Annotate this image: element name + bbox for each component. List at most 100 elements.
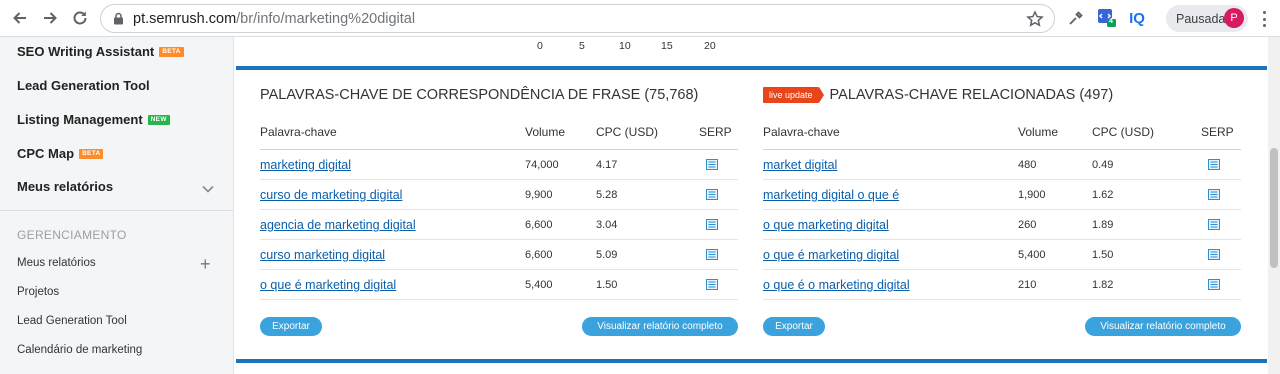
sidebar-item-label: Listing Management: [17, 112, 143, 127]
address-bar[interactable]: pt.semrush.com/br/info/marketing%20digit…: [100, 4, 1055, 33]
profile-button[interactable]: Pausada P: [1166, 5, 1248, 32]
cpc-value: 1.82: [1092, 279, 1114, 291]
chevron-down-icon[interactable]: [201, 184, 215, 194]
live-update-badge: live update: [763, 87, 824, 103]
cpc-value: 1.62: [1092, 189, 1114, 201]
cpc-value: 5.28: [596, 189, 618, 201]
table-row: agencia de marketing digital 6,600 3.04: [260, 210, 738, 240]
serp-icon[interactable]: [706, 219, 718, 230]
column-header-volume[interactable]: Volume: [525, 125, 565, 139]
cpc-value: 3.04: [596, 219, 618, 231]
column-header-keyword[interactable]: Palavra-chave: [763, 125, 840, 139]
serp-icon[interactable]: [1208, 249, 1220, 260]
keyword-link[interactable]: o que é marketing digital: [763, 248, 899, 262]
browser-menu-icon[interactable]: [1258, 9, 1270, 29]
panel-title-text: PALAVRAS-CHAVE DE CORRESPONDÊNCIA DE FRA…: [260, 87, 699, 103]
sidebar-item-label: Meus relatórios: [17, 179, 114, 194]
table-header: Palavra-chave Volume CPC (USD) SERP: [763, 125, 1241, 151]
keyword-link[interactable]: o que é o marketing digital: [763, 278, 910, 292]
sidebar: SEO Writing Assistant BETA Lead Generati…: [0, 37, 234, 374]
export-button[interactable]: Exportar: [763, 317, 825, 336]
sidebar-subitem-lead-generation-tool[interactable]: Lead Generation Tool: [17, 315, 127, 327]
volume-value: 5,400: [525, 279, 553, 291]
forward-button[interactable]: [38, 6, 62, 30]
serp-icon[interactable]: [1208, 219, 1220, 230]
serp-icon[interactable]: [706, 189, 718, 200]
sidebar-item-meus-relatorios[interactable]: Meus relatórios: [17, 179, 113, 194]
code-extension-icon[interactable]: 4: [1097, 8, 1117, 28]
volume-value: 74,000: [525, 159, 559, 171]
sidebar-subitem-meus-relatorios[interactable]: Meus relatórios: [17, 257, 96, 269]
serp-icon[interactable]: [1208, 189, 1220, 200]
plus-icon[interactable]: +: [200, 255, 211, 273]
bookmark-star-icon[interactable]: [1026, 10, 1044, 28]
arrow-right-icon: [44, 12, 57, 24]
sidebar-item-lead-generation-tool[interactable]: Lead Generation Tool: [17, 78, 150, 93]
browser-toolbar: pt.semrush.com/br/info/marketing%20digit…: [0, 0, 1280, 37]
table-row: marketing digital 74,000 4.17: [260, 150, 738, 180]
reload-button[interactable]: [68, 6, 92, 30]
volume-value: 9,900: [525, 189, 553, 201]
keyword-link[interactable]: curso marketing digital: [260, 248, 385, 262]
beta-badge: BETA: [159, 46, 184, 57]
panel-title: PALAVRAS-CHAVE DE CORRESPONDÊNCIA DE FRA…: [260, 87, 698, 103]
keyword-link[interactable]: agencia de marketing digital: [260, 218, 416, 232]
axis-tick: 20: [704, 40, 716, 52]
column-header-cpc[interactable]: CPC (USD): [1092, 125, 1154, 139]
sidebar-item-label: Lead Generation Tool: [17, 78, 150, 93]
serp-icon[interactable]: [706, 279, 718, 290]
serp-icon[interactable]: [706, 249, 718, 260]
column-header-serp: SERP: [1201, 125, 1234, 139]
extension-badge-count: 4: [1109, 18, 1113, 25]
sidebar-subitem-projetos[interactable]: Projetos: [17, 286, 59, 298]
export-button[interactable]: Exportar: [260, 317, 322, 336]
table-row: curso de marketing digital 9,900 5.28: [260, 180, 738, 210]
sidebar-item-listing-management[interactable]: Listing Management NEW: [17, 112, 170, 127]
main-content: 0 5 10 15 20 PALAVRAS-CHAVE DE CORRESPON…: [234, 37, 1268, 374]
panel-title: live update PALAVRAS-CHAVE RELACIONADAS …: [763, 87, 1113, 103]
keyword-link[interactable]: marketing digital o que é: [763, 188, 899, 202]
keyword-link[interactable]: marketing digital: [260, 158, 351, 172]
section-bottom-border: [236, 359, 1267, 363]
serp-icon[interactable]: [1208, 159, 1220, 170]
view-full-report-button[interactable]: Visualizar relatório completo: [1085, 317, 1241, 336]
table-row: o que marketing digital 260 1.89: [763, 210, 1241, 240]
url-host: pt.semrush.com: [133, 10, 237, 27]
axis-tick: 15: [661, 40, 673, 52]
axis-tick: 0: [537, 40, 543, 52]
axis-tick: 10: [619, 40, 631, 52]
iq-extension-icon[interactable]: IQ: [1127, 8, 1147, 28]
column-header-cpc[interactable]: CPC (USD): [596, 125, 658, 139]
table-row: o que é o marketing digital 210 1.82: [763, 270, 1241, 300]
volume-value: 210: [1018, 279, 1037, 291]
scrollbar-thumb[interactable]: [1270, 148, 1278, 268]
sidebar-item-seo-writing-assistant[interactable]: SEO Writing Assistant BETA: [17, 44, 184, 59]
volume-value: 260: [1018, 219, 1037, 231]
sidebar-item-cpc-map[interactable]: CPC Map BETA: [17, 146, 104, 161]
view-full-report-button[interactable]: Visualizar relatório completo: [582, 317, 738, 336]
axis-tick: 5: [579, 40, 585, 52]
volume-value: 1,900: [1018, 189, 1046, 201]
back-button[interactable]: [8, 6, 32, 30]
related-keywords-panel: live update PALAVRAS-CHAVE RELACIONADAS …: [763, 70, 1241, 359]
keyword-link[interactable]: market digital: [763, 158, 837, 172]
sidebar-subitem-calendario-de-marketing[interactable]: Calendário de marketing: [17, 344, 142, 356]
volume-value: 5,400: [1018, 249, 1046, 261]
keyword-link[interactable]: curso de marketing digital: [260, 188, 402, 202]
panel-title-text: PALAVRAS-CHAVE RELACIONADAS (497): [829, 87, 1114, 103]
avatar: P: [1224, 8, 1244, 28]
sidebar-divider: [0, 210, 233, 211]
column-header-serp: SERP: [699, 125, 732, 139]
table-row: market digital 480 0.49: [763, 150, 1241, 180]
serp-icon[interactable]: [1208, 279, 1220, 290]
column-header-volume[interactable]: Volume: [1018, 125, 1058, 139]
table-row: curso marketing digital 6,600 5.09: [260, 240, 738, 270]
serp-icon[interactable]: [706, 159, 718, 170]
keyword-link[interactable]: o que é marketing digital: [260, 278, 396, 292]
column-header-keyword[interactable]: Palavra-chave: [260, 125, 337, 139]
new-badge: NEW: [147, 114, 170, 125]
keyword-link[interactable]: o que marketing digital: [763, 218, 889, 232]
reload-icon: [73, 11, 87, 25]
eyedropper-extension-icon[interactable]: [1066, 8, 1086, 28]
sidebar-item-label: SEO Writing Assistant: [17, 44, 155, 59]
